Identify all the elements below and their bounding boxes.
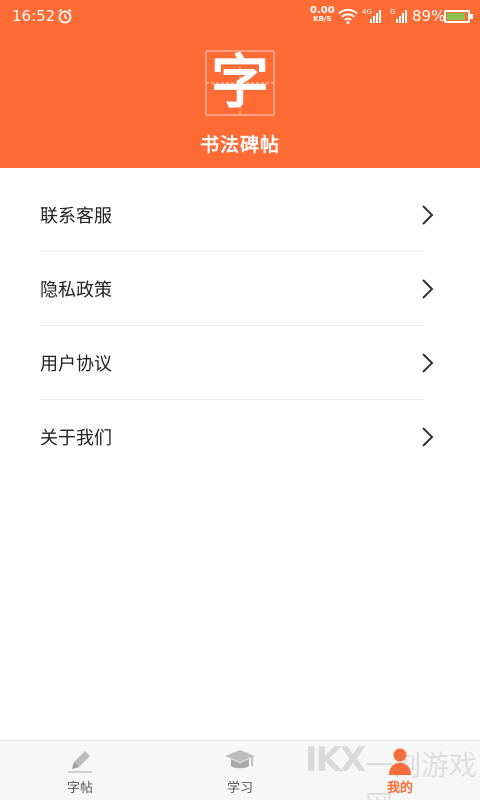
menu-item-privacy-policy[interactable]: 隐私政策 <box>0 252 480 326</box>
battery-icon <box>444 10 473 23</box>
app-logo: 字 <box>205 50 275 116</box>
battery-level <box>447 13 465 20</box>
person-icon <box>384 747 416 775</box>
signal-icon: 4G <box>362 7 384 29</box>
wifi-icon <box>338 8 358 28</box>
settings-menu: 联系客服 隐私政策 用户协议 关于我们 <box>0 178 480 474</box>
menu-item-label: 隐私政策 <box>40 280 112 301</box>
tab-study[interactable]: 学习 <box>160 741 320 800</box>
chevron-right-icon <box>420 352 436 378</box>
net-speed: 0.00 KB/S <box>310 6 335 24</box>
status-bar: 16:52 0.00 KB/S 4G G 89% <box>0 0 480 32</box>
chevron-right-icon <box>420 426 436 452</box>
bottom-tab-bar: 字帖 学习 我的 <box>0 740 480 800</box>
svg-text:G: G <box>390 8 395 16</box>
menu-item-contact-service[interactable]: 联系客服 <box>0 178 480 252</box>
svg-text:4G: 4G <box>362 8 372 16</box>
net-speed-unit: KB/S <box>313 15 332 23</box>
status-time: 16:52 <box>12 7 56 25</box>
chevron-right-icon <box>420 278 436 304</box>
tab-mine[interactable]: 我的 <box>320 741 480 800</box>
chevron-right-icon <box>420 204 436 230</box>
menu-item-label: 关于我们 <box>40 428 112 449</box>
signal-icon: G <box>390 7 410 29</box>
app-title: 书法碑帖 <box>199 134 280 156</box>
graduation-cap-icon <box>224 747 256 775</box>
tab-label: 学习 <box>226 781 253 796</box>
battery-percent: 89% <box>412 7 446 25</box>
logo-character: 字 <box>210 48 269 116</box>
menu-item-label: 联系客服 <box>40 206 112 227</box>
app-header: 16:52 0.00 KB/S 4G G 89% 字 书法碑帖 <box>0 0 480 168</box>
net-speed-value: 0.00 <box>310 5 335 16</box>
tab-copybook[interactable]: 字帖 <box>0 741 160 800</box>
tab-label: 我的 <box>386 781 413 796</box>
menu-item-label: 用户协议 <box>40 354 112 375</box>
pencil-icon <box>64 747 96 775</box>
alarm-icon <box>57 8 73 28</box>
tab-label: 字帖 <box>66 781 93 796</box>
menu-item-user-agreement[interactable]: 用户协议 <box>0 326 480 400</box>
menu-item-about-us[interactable]: 关于我们 <box>0 400 480 474</box>
